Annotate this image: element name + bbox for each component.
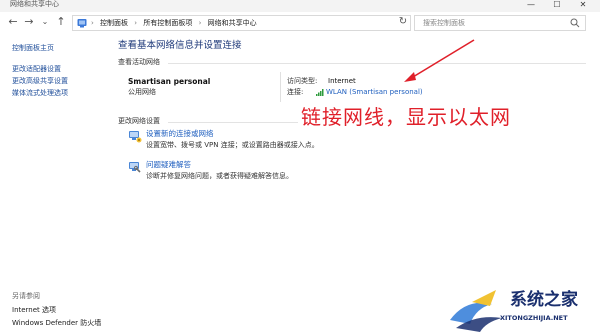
breadcrumb-separator: › [134,19,138,27]
window-title: 网络和共享中心 [10,0,59,8]
address-bar[interactable]: › 控制面板 › 所有控制面板项 › 网络和共享中心 ⌄ [72,15,457,31]
network-category: 公用网络 [128,88,156,96]
watermark-subtitle: XITONGZHIJIA.NET [500,314,568,322]
change-settings-label: 更改网络设置 [118,117,160,125]
search-input[interactable]: 搜索控制面板 [414,15,586,31]
setup-new-connection-link[interactable]: 设置新的连接或网络 [146,129,214,138]
sidebar-item-media-streaming[interactable]: 媒体流式处理选项 [12,89,68,98]
watermark-title: 系统之家 [510,290,578,310]
network-name: Smartisan personal [128,77,211,86]
section-divider [168,122,298,123]
access-type-label: 访问类型: [287,77,318,85]
sidebar-item-advanced-sharing[interactable]: 更改高级共享设置 [12,77,68,86]
forward-button[interactable]: → [22,15,36,29]
breadcrumb-separator: › [91,19,94,27]
network-divider [280,72,281,102]
troubleshoot-link[interactable]: 问题疑难解答 [146,160,191,169]
network-setup-icon [129,131,142,143]
access-type-value: Internet [328,77,356,85]
see-also-internet-options[interactable]: Internet 选项 [12,306,56,315]
section-divider [168,63,586,64]
recent-locations-button[interactable]: ⌄ [38,15,52,29]
active-networks-label: 查看活动网络 [118,58,160,66]
search-placeholder: 搜索控制面板 [423,19,465,27]
sidebar-item-home[interactable]: 控制面板主页 [12,44,54,53]
breadcrumb: › 控制面板 › 所有控制面板项 › 网络和共享中心 [91,16,257,30]
network-sharing-center-window: 网络和共享中心 — ☐ ✕ ← → ⌄ ↑ › 控制面板 › 所有控制面板项 ›… [0,0,600,336]
annotation-arrow-icon [404,39,475,82]
minimize-button[interactable]: — [518,0,544,9]
navigation-bar: ← → ⌄ ↑ › 控制面板 › 所有控制面板项 › 网络和共享中心 ⌄ ↻ 搜… [0,12,600,34]
troubleshoot-description: 诊断并修复网络问题，或者获得疑难解答信息。 [146,172,293,180]
wifi-signal-icon [316,89,324,96]
annotation-text: 链接网线，显示以太网 [301,105,511,129]
breadcrumb-all-items[interactable]: 所有控制面板项 [143,19,192,27]
see-also-defender-firewall[interactable]: Windows Defender 防火墙 [12,319,101,328]
up-button[interactable]: ↑ [54,15,68,29]
connections-label: 连接: [287,88,304,96]
page-title: 查看基本网络信息并设置连接 [118,40,242,51]
setup-connection-description: 设置宽带、拨号或 VPN 连接；或设置路由器或接入点。 [146,141,319,149]
see-also-title: 另请参阅 [12,292,40,300]
sidebar-item-adapter-settings[interactable]: 更改适配器设置 [12,65,61,74]
troubleshoot-icon [129,162,141,173]
control-panel-icon [77,19,87,28]
breadcrumb-control-panel[interactable]: 控制面板 [100,19,128,27]
refresh-button[interactable]: ↻ [396,15,410,29]
maximize-button[interactable]: ☐ [544,0,570,9]
breadcrumb-separator: › [198,19,202,27]
close-button[interactable]: ✕ [570,0,596,9]
back-button[interactable]: ← [6,15,20,29]
title-bar: 网络和共享中心 — ☐ ✕ [0,0,600,12]
search-icon[interactable] [570,18,580,28]
wlan-connection-link[interactable]: WLAN (Smartisan personal) [326,88,423,97]
breadcrumb-network-center[interactable]: 网络和共享中心 [208,19,257,27]
